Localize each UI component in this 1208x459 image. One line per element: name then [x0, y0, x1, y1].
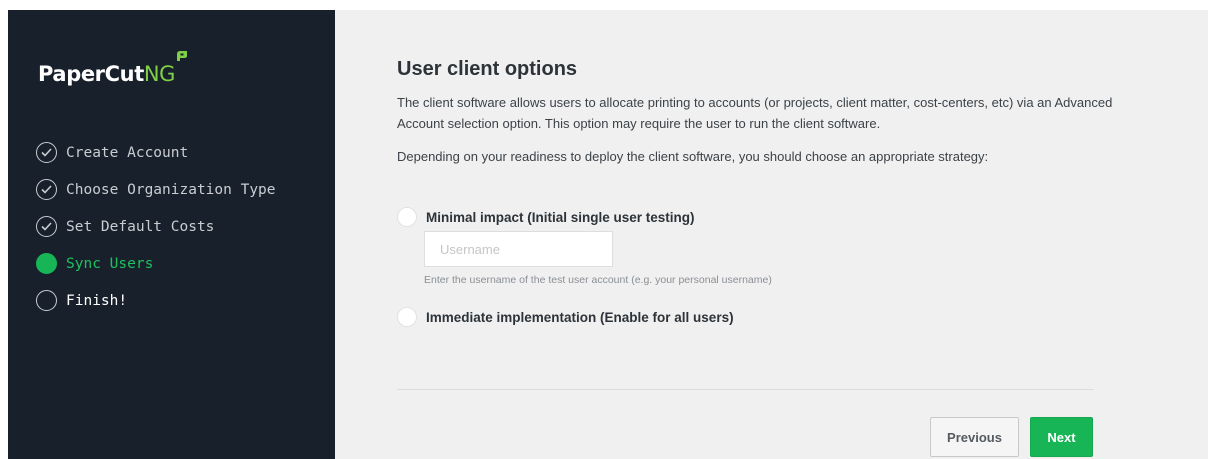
- option-label[interactable]: Immediate implementation (Enable for all…: [426, 310, 734, 325]
- radio-immediate-implementation[interactable]: [397, 307, 417, 327]
- step-label: Create Account: [66, 144, 189, 161]
- radio-minimal-impact[interactable]: [397, 207, 417, 227]
- next-button[interactable]: Next: [1030, 417, 1093, 457]
- step-label: Choose Organization Type: [66, 181, 276, 198]
- option-minimal-impact[interactable]: Minimal impact (Initial single user test…: [397, 207, 695, 227]
- strategy-prompt: Depending on your readiness to deploy th…: [397, 149, 989, 164]
- username-input[interactable]: [424, 231, 613, 267]
- previous-button[interactable]: Previous: [930, 417, 1019, 457]
- papercut-logo: PaperCut NG: [38, 50, 189, 86]
- step-sync-users: Sync Users: [36, 245, 276, 282]
- option-label[interactable]: Minimal impact (Initial single user test…: [426, 210, 695, 225]
- checkmark-circle-icon: [36, 179, 57, 200]
- leaf-icon: [175, 51, 189, 86]
- step-create-account: Create Account: [36, 134, 276, 171]
- step-label: Sync Users: [66, 255, 154, 272]
- step-set-default-costs: Set Default Costs: [36, 208, 276, 245]
- wizard-steps: Create Account Choose Organization Type …: [36, 134, 276, 319]
- username-help-text: Enter the username of the test user acco…: [424, 274, 772, 286]
- divider: [397, 389, 1094, 390]
- checkmark-circle-icon: [36, 142, 57, 163]
- page-title: User client options: [397, 58, 578, 80]
- empty-circle-icon: [36, 290, 57, 311]
- logo-suffix: NG: [143, 62, 176, 86]
- checkmark-circle-icon: [36, 216, 57, 237]
- step-label: Finish!: [66, 292, 128, 309]
- description-text: The client software allows users to allo…: [397, 95, 1113, 131]
- filled-circle-icon: [36, 253, 57, 274]
- logo-text: PaperCut: [38, 62, 144, 86]
- sidebar: PaperCut NG Create Account Choose Organiz…: [8, 10, 335, 459]
- main-panel: User client options The client software …: [335, 10, 1208, 459]
- step-finish: Finish!: [36, 282, 276, 319]
- step-label: Set Default Costs: [66, 218, 215, 235]
- option-immediate-implementation[interactable]: Immediate implementation (Enable for all…: [397, 307, 734, 327]
- step-choose-organization-type: Choose Organization Type: [36, 171, 276, 208]
